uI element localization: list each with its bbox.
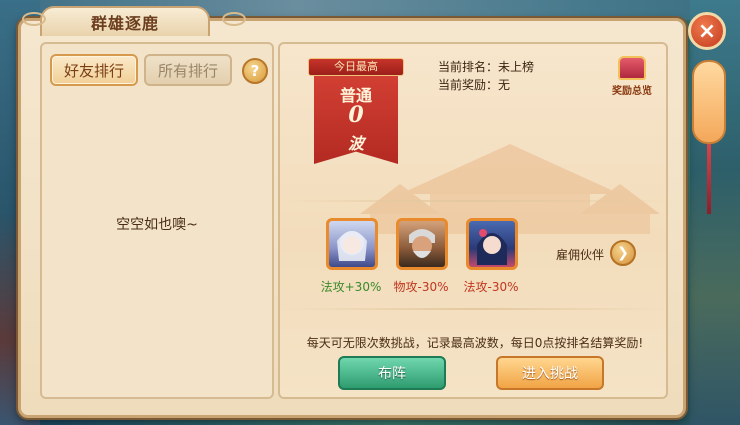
- banner-header: 今日最高: [308, 58, 404, 76]
- empty-ranking-text: 空空如也噢~: [116, 217, 198, 233]
- reward-preview-button[interactable]: 奖励总览: [610, 54, 654, 98]
- dialog-title: 群雄逐鹿: [90, 14, 159, 33]
- hero-portrait-2[interactable]: [396, 218, 448, 270]
- hero-white-hair-icon: [337, 231, 367, 261]
- chevron-right-icon: ❯: [617, 245, 629, 261]
- formation-button-label: 布阵: [378, 366, 406, 382]
- tab-friend-ranking-label: 好友排行: [63, 61, 124, 80]
- challenge-notice: 每天可无限次数挑战，记录最高波数，每日0点按排名结算奖励!: [306, 336, 644, 350]
- ranking-panel: 好友排行 所有排行 ? 空空如也噢~: [40, 42, 274, 399]
- hero-dark-hair-icon: [477, 229, 507, 265]
- reward-preview-label: 奖励总览: [612, 86, 652, 97]
- hire-partner-label[interactable]: 雇佣伙伴: [556, 246, 604, 263]
- lantern-tassel: [707, 144, 711, 214]
- swirl-decoration-right: [222, 12, 246, 26]
- hero-portrait-1[interactable]: [326, 218, 378, 270]
- formation-button[interactable]: 布阵: [338, 356, 446, 390]
- divider-top: [280, 200, 666, 202]
- tab-all-ranking[interactable]: 所有排行: [144, 54, 232, 86]
- enter-challenge-button-label: 进入挑战: [522, 366, 578, 382]
- hero-portrait-3[interactable]: [466, 218, 518, 270]
- banner-wave-count: 0: [348, 102, 364, 128]
- current-rank: 当前排名：未上榜: [438, 60, 535, 74]
- hire-partner-button[interactable]: ❯: [610, 240, 636, 266]
- banner-body: 普通 0 波: [314, 76, 398, 164]
- divider-bottom: [280, 308, 666, 310]
- title-tab: 群雄逐鹿: [40, 6, 210, 36]
- hero-old-warrior-icon: [409, 229, 435, 258]
- tab-all-ranking-label: 所有排行: [157, 61, 218, 80]
- swirl-decoration-left: [22, 12, 46, 26]
- banner-wave-unit: 波: [347, 134, 364, 153]
- best-wave-banner: 今日最高 普通 0 波: [308, 48, 404, 166]
- treasure-chest-icon: [618, 56, 646, 80]
- lantern-icon: [692, 60, 726, 144]
- close-button[interactable]: ×: [688, 12, 726, 50]
- close-icon: ×: [697, 18, 717, 44]
- hero-bonus-3: 法攻-30%: [463, 280, 519, 294]
- challenge-panel: 今日最高 普通 0 波 当前排名：未上榜 当前奖励：无 奖励总览 法攻+30% …: [278, 42, 668, 399]
- tab-friend-ranking[interactable]: 好友排行: [50, 54, 138, 86]
- hero-bonus-1: 法攻+30%: [320, 280, 382, 294]
- current-reward: 当前奖励：无: [438, 78, 511, 92]
- enter-challenge-button[interactable]: 进入挑战: [496, 356, 604, 390]
- help-icon[interactable]: ?: [242, 58, 268, 84]
- hero-bonus-2: 物攻-30%: [393, 280, 449, 294]
